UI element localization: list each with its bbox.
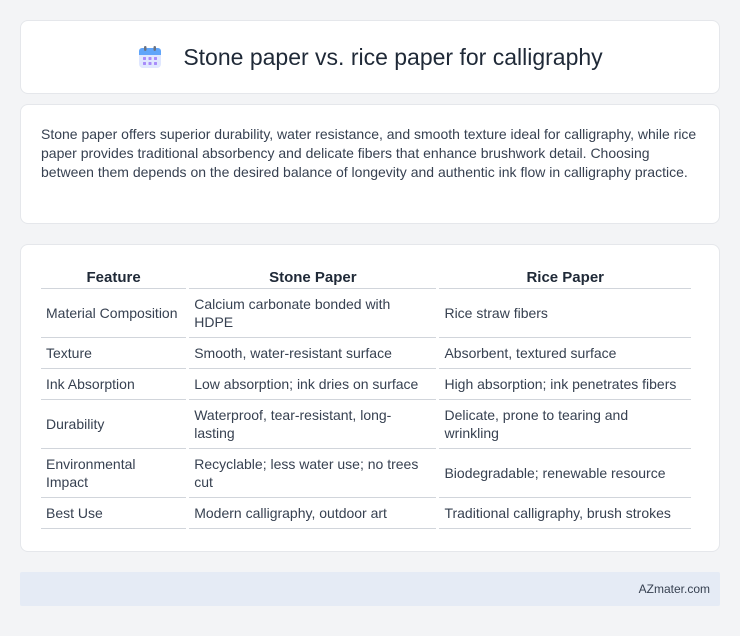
- page-title: Stone paper vs. rice paper for calligrap…: [183, 43, 603, 70]
- stone-paper-cell: Recyclable; less water use; no trees cut: [189, 449, 437, 498]
- summary-text: Stone paper offers superior durability, …: [41, 126, 697, 180]
- rice-paper-cell: Absorbent, textured surface: [439, 338, 691, 369]
- table-row: Material Composition Calcium carbonate b…: [41, 289, 691, 338]
- rice-paper-cell: Biodegradable; renewable resource: [439, 449, 691, 498]
- footer-brand: AZmater.com: [638, 582, 710, 596]
- column-header-feature: Feature: [41, 263, 187, 289]
- feature-cell: Ink Absorption: [41, 369, 187, 400]
- column-header-rice-paper: Rice Paper: [439, 263, 691, 289]
- summary-card: Stone paper offers superior durability, …: [20, 104, 720, 224]
- comparison-table: Feature Stone Paper Rice Paper Material …: [38, 263, 694, 529]
- table-header-row: Feature Stone Paper Rice Paper: [41, 263, 691, 289]
- column-header-stone-paper: Stone Paper: [189, 263, 437, 289]
- comparison-table-card: Feature Stone Paper Rice Paper Material …: [20, 244, 720, 552]
- feature-cell: Material Composition: [41, 289, 187, 338]
- rice-paper-cell: Traditional calligraphy, brush strokes: [439, 498, 691, 529]
- table-row: Best Use Modern calligraphy, outdoor art…: [41, 498, 691, 529]
- feature-cell: Environmental Impact: [41, 449, 187, 498]
- table-row: Texture Smooth, water-resistant surface …: [41, 338, 691, 369]
- stone-paper-cell: Waterproof, tear-resistant, long-lasting: [189, 400, 437, 449]
- rice-paper-cell: Rice straw fibers: [439, 289, 691, 338]
- rice-paper-cell: High absorption; ink penetrates fibers: [439, 369, 691, 400]
- stone-paper-cell: Smooth, water-resistant surface: [189, 338, 437, 369]
- table-row: Durability Waterproof, tear-resistant, l…: [41, 400, 691, 449]
- stone-paper-cell: Low absorption; ink dries on surface: [189, 369, 437, 400]
- feature-cell: Texture: [41, 338, 187, 369]
- stone-paper-cell: Modern calligraphy, outdoor art: [189, 498, 437, 529]
- feature-cell: Best Use: [41, 498, 187, 529]
- table-row: Environmental Impact Recyclable; less wa…: [41, 449, 691, 498]
- rice-paper-cell: Delicate, prone to tearing and wrinkling: [439, 400, 691, 449]
- footer-bar: AZmater.com: [20, 572, 720, 606]
- calendar-icon: [137, 44, 163, 70]
- table-row: Ink Absorption Low absorption; ink dries…: [41, 369, 691, 400]
- stone-paper-cell: Calcium carbonate bonded with HDPE: [189, 289, 437, 338]
- title-card: Stone paper vs. rice paper for calligrap…: [20, 20, 720, 94]
- feature-cell: Durability: [41, 400, 187, 449]
